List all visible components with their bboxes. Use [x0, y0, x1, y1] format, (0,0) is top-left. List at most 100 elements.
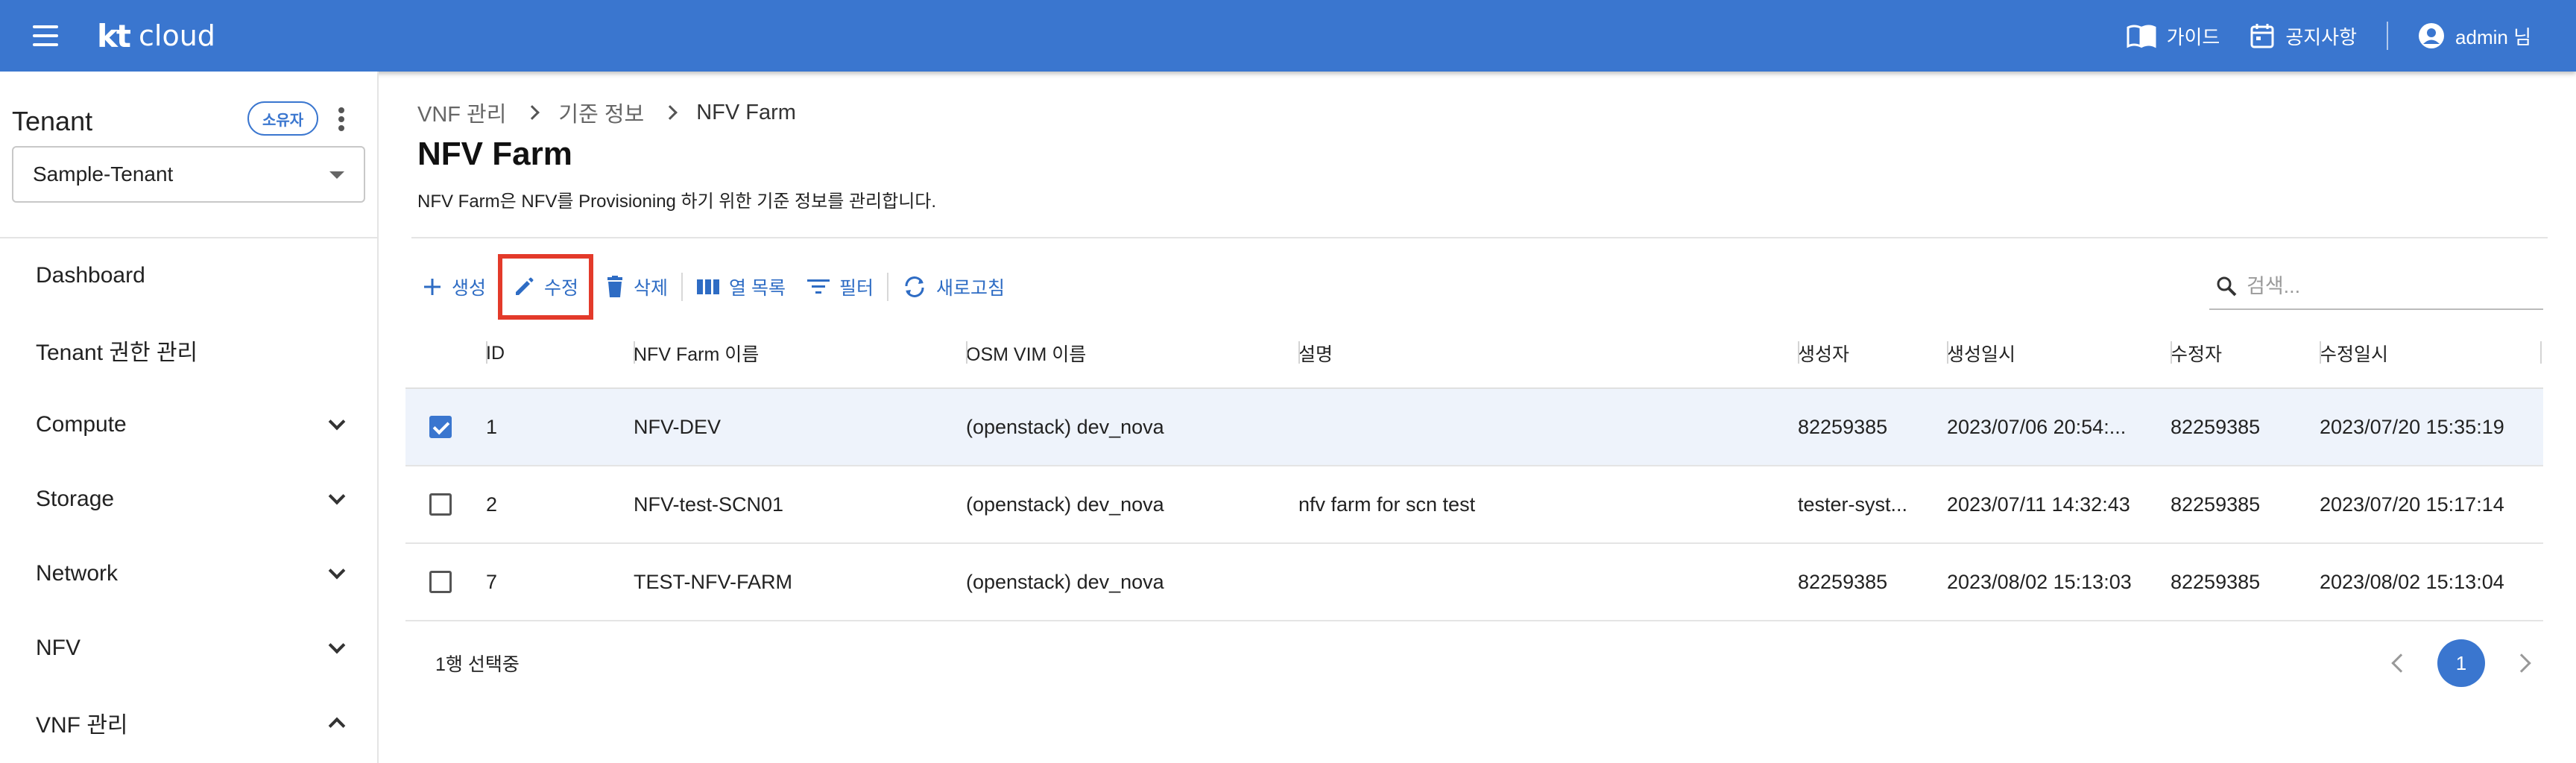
sidebar-item-network[interactable]: Network [0, 536, 377, 611]
selection-count: 1행 선택중 [435, 654, 520, 675]
kt-cloud-logo[interactable]: kt cloud [97, 15, 215, 57]
column-header-modified-at[interactable]: 수정일시 [2309, 340, 2543, 367]
table-header: ID NFV Farm 이름 OSM VIM 이름 설명 생성자 생성일시 수정… [405, 319, 2543, 389]
delete-button[interactable]: 삭제 [595, 265, 678, 309]
column-header-created-at[interactable]: 생성일시 [1936, 340, 2160, 367]
top-app-bar: kt cloud 가이드 공지사항 admin 님 [0, 0, 2576, 72]
column-header-vim[interactable]: OSM VIM 이름 [956, 340, 1288, 367]
column-header-id[interactable]: ID [476, 343, 623, 364]
table-row[interactable]: 1 NFV-DEV (openstack) dev_nova 82259385 … [405, 389, 2543, 466]
search-box [2209, 264, 2543, 310]
column-separator[interactable] [1298, 341, 1300, 364]
search-icon [2217, 276, 2237, 297]
sidebar-item-dashboard[interactable]: Dashboard [0, 238, 377, 313]
column-header-name[interactable]: NFV Farm 이름 [623, 340, 956, 367]
create-button[interactable]: 생성 [411, 265, 496, 309]
chevron-down-icon [328, 562, 346, 580]
column-separator[interactable] [1947, 341, 1948, 364]
table-row[interactable]: 7 TEST-NFV-FARM (openstack) dev_nova 822… [405, 544, 2543, 621]
user-menu[interactable]: admin 님 [2418, 22, 2531, 50]
nfv-farm-table: ID NFV Farm 이름 OSM VIM 이름 설명 생성자 생성일시 수정… [405, 319, 2543, 621]
breadcrumb-item[interactable]: 기준 정보 [558, 97, 644, 128]
cell-name: TEST-NFV-FARM [634, 570, 793, 593]
book-icon [2127, 25, 2156, 48]
sidebar-item-label: Dashboard [36, 263, 145, 288]
edit-button[interactable]: 수정 [498, 254, 594, 320]
cell-creator: 82259385 [1798, 570, 1888, 593]
edit-label: 수정 [544, 278, 579, 299]
header-divider [411, 237, 2548, 238]
chevron-right-icon [663, 105, 678, 120]
table-toolbar: 생성 수정 삭제 열 목록 필터 새로고침 [411, 253, 1015, 320]
refresh-label: 새로고침 [936, 278, 1006, 299]
cell-name: NFV-DEV [634, 415, 722, 438]
cell-modifier: 82259385 [2171, 493, 2261, 516]
row-checkbox[interactable] [429, 571, 452, 593]
column-separator[interactable] [2540, 341, 2542, 364]
top-bar-divider [2387, 22, 2389, 50]
toolbar-divider [887, 273, 889, 301]
page-number-button[interactable]: 1 [2437, 639, 2485, 687]
cell-created-at: 2023/08/02 15:13:03 [1947, 570, 2132, 593]
cell-modifier: 82259385 [2171, 570, 2261, 593]
filter-label: 필터 [839, 278, 874, 299]
sidebar-item-label: Compute [36, 412, 127, 437]
create-label: 생성 [452, 278, 487, 299]
row-checkbox[interactable] [429, 416, 452, 438]
pagination: 1 [2391, 639, 2543, 687]
sidebar-nav: Dashboard Tenant 권한 관리 Compute Storage N… [0, 238, 377, 760]
sidebar-item-storage[interactable]: Storage [0, 462, 377, 536]
more-vert-icon[interactable] [332, 104, 350, 134]
toolbar-divider [681, 273, 684, 301]
chevron-right-icon[interactable] [2512, 653, 2531, 673]
column-separator[interactable] [634, 341, 635, 364]
filter-icon [807, 279, 830, 294]
cell-creator: 82259385 [1798, 415, 1888, 438]
cell-modified-at: 2023/07/20 15:35:19 [2320, 415, 2504, 438]
filter-button[interactable]: 필터 [796, 265, 884, 309]
column-header-modifier[interactable]: 수정자 [2160, 340, 2309, 367]
cell-vim: (openstack) dev_nova [966, 570, 1164, 593]
sidebar-item-label: NFV [36, 636, 80, 660]
column-header-description[interactable]: 설명 [1288, 340, 1787, 367]
sidebar-item-vnf-management[interactable]: VNF 관리 [0, 686, 377, 760]
chevron-down-icon [328, 487, 346, 505]
table-row[interactable]: 2 NFV-test-SCN01 (openstack) dev_nova nf… [405, 466, 2543, 544]
sidebar-item-tenant-permissions[interactable]: Tenant 권한 관리 [0, 313, 377, 387]
notice-label: 공지사항 [2285, 25, 2358, 48]
logo-cloud-text: cloud [139, 19, 215, 52]
user-label: admin 님 [2455, 25, 2531, 48]
sidebar-item-label: Tenant 권한 관리 [36, 341, 198, 365]
columns-label: 열 목록 [729, 278, 786, 299]
sidebar-item-nfv[interactable]: NFV [0, 611, 377, 686]
calendar-icon [2250, 24, 2274, 48]
refresh-button[interactable]: 새로고침 [891, 265, 1015, 309]
cell-creator: tester-syst... [1798, 493, 1908, 516]
sidebar: Tenant 소유자 Sample-Tenant Dashboard Tenan… [0, 72, 379, 763]
column-separator[interactable] [966, 341, 967, 364]
breadcrumb: VNF 관리 기준 정보 NFV Farm [417, 97, 796, 128]
sidebar-item-compute[interactable]: Compute [0, 387, 377, 462]
column-separator[interactable] [2171, 341, 2172, 364]
column-separator[interactable] [1798, 341, 1799, 364]
hamburger-menu-icon[interactable] [28, 21, 64, 51]
sidebar-item-label: VNF 관리 [36, 713, 128, 738]
search-input[interactable] [2247, 274, 2530, 298]
logo-kt-text: kt [97, 17, 131, 54]
columns-button[interactable]: 열 목록 [686, 265, 796, 309]
cell-id: 1 [486, 415, 498, 438]
column-header-creator[interactable]: 생성자 [1787, 340, 1936, 367]
chevron-left-icon[interactable] [2391, 653, 2411, 673]
guide-link[interactable]: 가이드 [2127, 22, 2220, 50]
notice-link[interactable]: 공지사항 [2250, 22, 2357, 50]
breadcrumb-item[interactable]: VNF 관리 [417, 97, 506, 128]
table-footer: 1행 선택중 1 [405, 627, 2543, 699]
column-separator[interactable] [2320, 341, 2321, 364]
cell-modifier: 82259385 [2171, 415, 2261, 438]
tenant-select[interactable]: Sample-Tenant [12, 146, 365, 203]
row-checkbox[interactable] [429, 493, 452, 516]
account-circle-icon [2419, 23, 2445, 48]
cell-vim: (openstack) dev_nova [966, 415, 1164, 438]
main-content: VNF 관리 기준 정보 NFV Farm NFV Farm NFV Farm은… [379, 72, 2576, 763]
column-separator[interactable] [486, 341, 487, 364]
